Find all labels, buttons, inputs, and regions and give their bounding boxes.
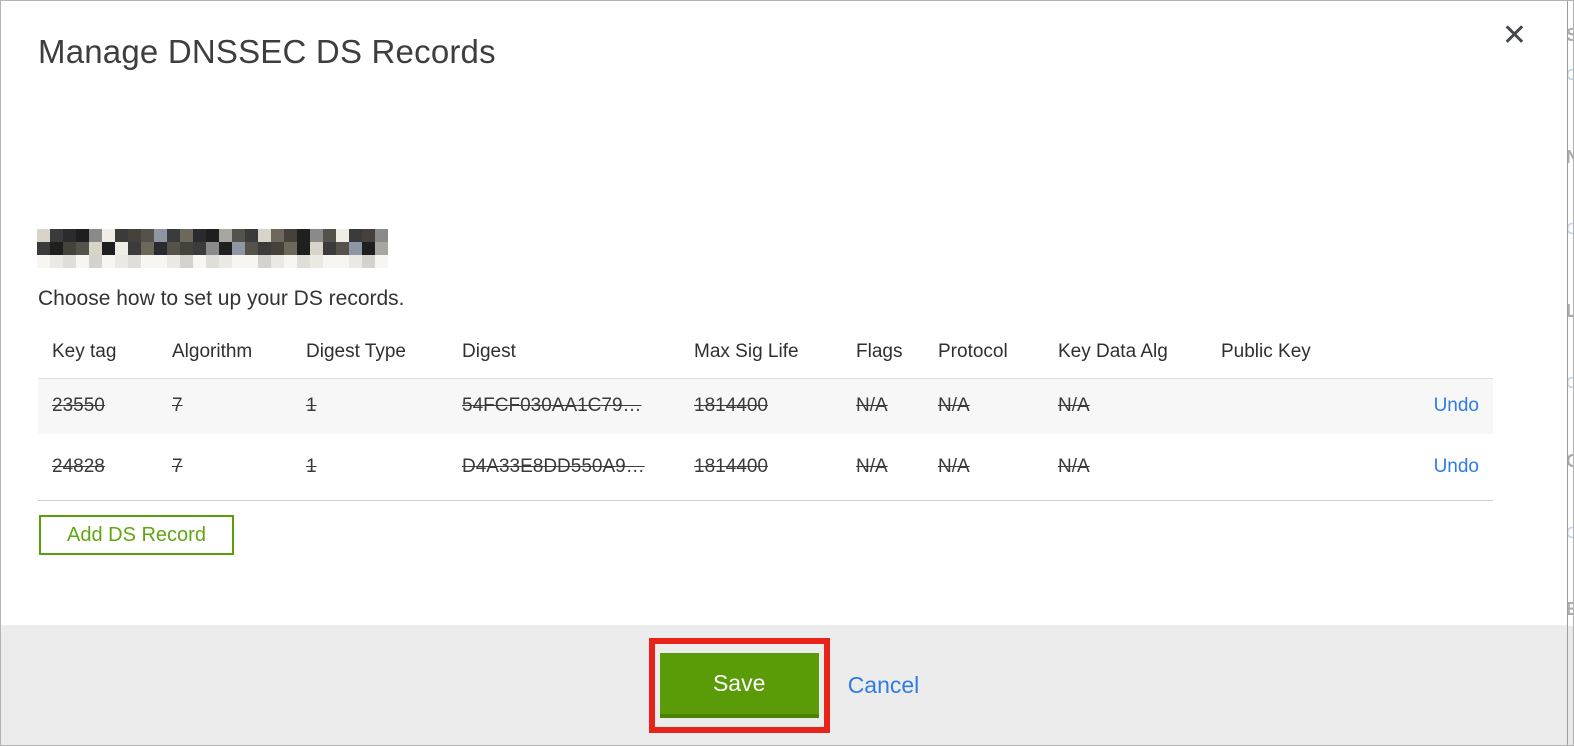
save-button[interactable]: Save [659,652,819,718]
screenshot-page: SNLCEOOOO ✕ Manage DNSSEC DS Records Cho… [0,0,1574,746]
column-header-protocol: Protocol [924,337,1044,379]
cell-flags: N/A [856,395,888,417]
undo-link[interactable]: Undo [1434,456,1479,477]
cell-actions: Undo [1347,378,1493,434]
cell-actions: Undo [1347,434,1493,500]
redacted-pixel-row [37,255,388,268]
domain-name-redacted [37,229,388,268]
cell-key-tag: 24828 [52,455,105,477]
column-header-digest-type: Digest Type [292,337,448,379]
cell-protocol: N/A [938,455,970,477]
redacted-pixel-row [37,242,388,255]
table-row: 24828 7 1 D4A33E8DD550A9… 1814400 N/A N/A N/A Un… [38,434,1493,500]
cell-algorithm: 7 [172,455,183,477]
cell-digest-type: 1 [306,455,317,477]
ds-records-table: Key tag Algorithm Digest Type Digest Max Sig… [38,337,1493,501]
cell-public-key [1207,378,1347,434]
cell-key-data-alg: N/A [1058,455,1090,477]
column-header-public-key: Public Key [1207,337,1347,379]
cell-digest: 54FCF030AA1C79… [462,395,642,417]
cell-max-sig-life: 1814400 [694,455,768,477]
redacted-pixel-row [37,229,388,242]
column-header-flags: Flags [842,337,924,379]
cell-public-key [1207,434,1347,500]
column-header-digest: Digest [448,337,680,379]
cell-protocol: N/A [938,395,970,417]
cancel-link[interactable]: Cancel [848,672,920,699]
cell-flags: N/A [856,455,888,477]
modal-footer: Save Cancel [1,625,1567,745]
add-ds-record-button[interactable]: Add DS Record [39,515,234,555]
instruction-text: Choose how to set up your DS records. [38,287,405,310]
annotation-red-box: Save [648,637,830,733]
cell-digest-type: 1 [306,395,317,417]
dnssec-modal: ✕ Manage DNSSEC DS Records Choose how to… [1,1,1568,745]
cell-digest: D4A33E8DD550A9… [462,455,645,477]
cell-key-tag: 23550 [52,395,105,417]
column-header-key-data-alg: Key Data Alg [1044,337,1207,379]
table-row: 23550 7 1 54FCF030AA1C79… 1814400 N/A N/A N/A Un… [38,378,1493,434]
cell-key-data-alg: N/A [1058,395,1090,417]
cell-algorithm: 7 [172,395,183,417]
page-title: Manage DNSSEC DS Records [38,33,496,70]
column-header-max-sig-life: Max Sig Life [680,337,842,379]
column-header-actions [1347,337,1493,379]
undo-link[interactable]: Undo [1434,395,1479,416]
table-header-row: Key tag Algorithm Digest Type Digest Max Sig… [38,337,1493,379]
column-header-key-tag: Key tag [38,337,158,379]
close-icon[interactable]: ✕ [1502,21,1527,51]
column-header-algorithm: Algorithm [158,337,292,379]
cell-max-sig-life: 1814400 [694,395,768,417]
